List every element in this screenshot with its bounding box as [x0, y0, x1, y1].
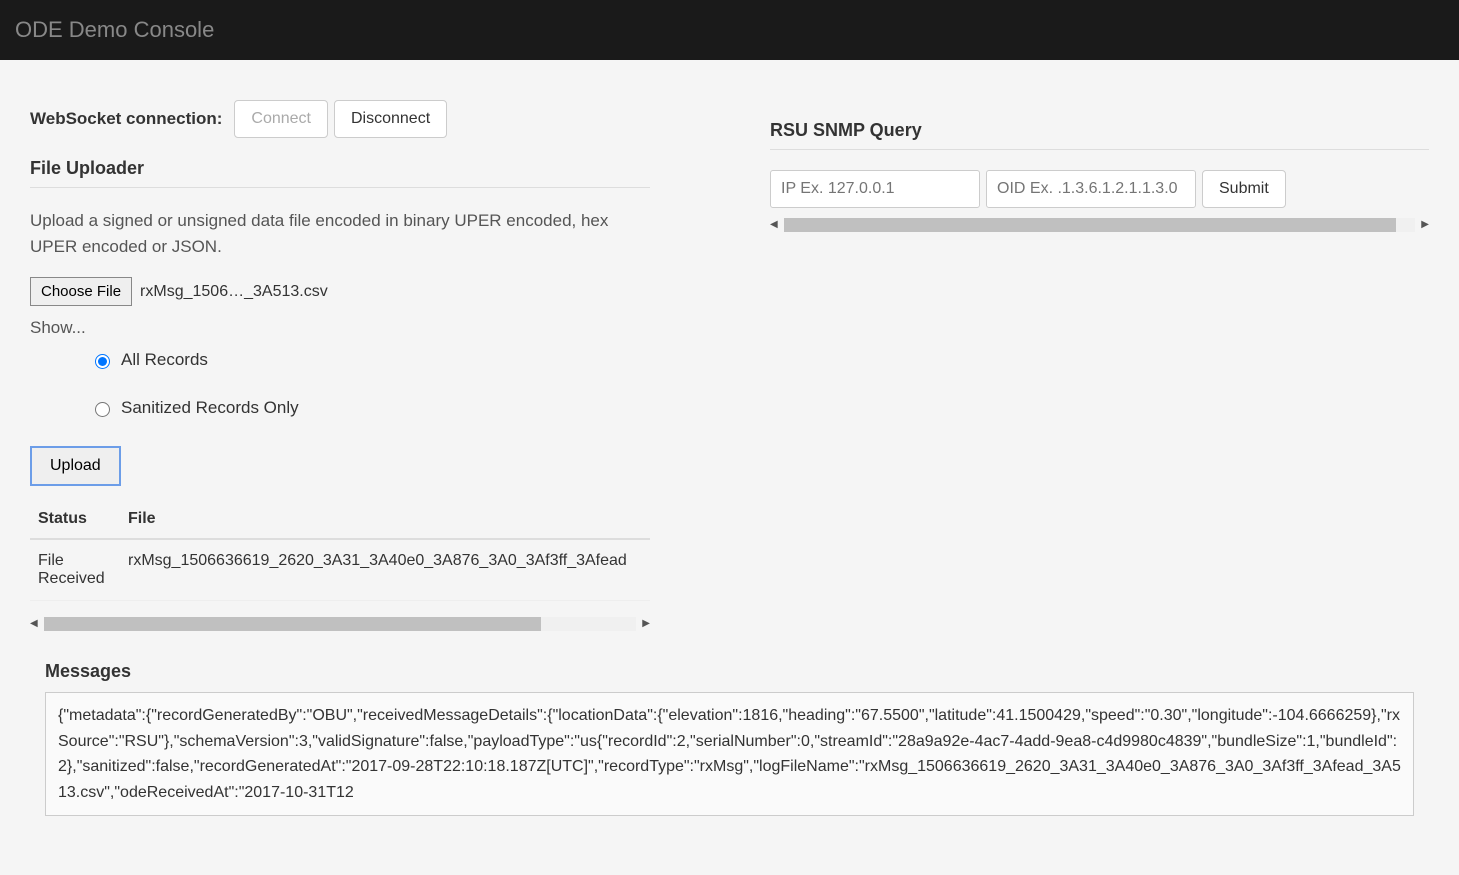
messages-section: Messages {"metadata":{"recordGeneratedBy…	[0, 651, 1459, 816]
uploader-title: File Uploader	[30, 158, 650, 179]
file-header: File	[120, 500, 650, 539]
scroll-right-icon[interactable]: ▶	[1421, 218, 1429, 232]
divider	[770, 149, 1429, 150]
radio-all-input[interactable]	[95, 354, 110, 369]
snmp-form-row: Submit	[770, 170, 1429, 208]
radio-sanitized-label: Sanitized Records Only	[121, 398, 299, 418]
websocket-row: WebSocket connection: Connect Disconnect	[30, 100, 650, 138]
radio-sanitized-records[interactable]: Sanitized Records Only	[90, 398, 650, 418]
chosen-file-name: rxMsg_1506…_3A513.csv	[140, 283, 328, 301]
scroll-left-icon[interactable]: ◀	[30, 617, 38, 631]
left-panel: WebSocket connection: Connect Disconnect…	[30, 100, 650, 631]
disconnect-button[interactable]: Disconnect	[334, 100, 447, 138]
scroll-left-icon[interactable]: ◀	[770, 218, 778, 232]
scrollbar-thumb[interactable]	[784, 218, 1396, 232]
choose-file-button[interactable]: Choose File	[30, 277, 132, 306]
file-input-row: Choose File rxMsg_1506…_3A513.csv	[30, 277, 650, 306]
snmp-title: RSU SNMP Query	[770, 120, 1429, 141]
left-scrollbar[interactable]: ◀ ▶	[30, 617, 650, 631]
scrollbar-track[interactable]	[44, 617, 636, 631]
navbar: ODE Demo Console	[0, 0, 1459, 60]
upload-button[interactable]: Upload	[30, 446, 121, 486]
radio-sanitized-input[interactable]	[95, 402, 110, 417]
snmp-submit-button[interactable]: Submit	[1202, 170, 1286, 208]
snmp-oid-input[interactable]	[986, 170, 1196, 208]
snmp-scrollbar[interactable]: ◀ ▶	[770, 218, 1429, 232]
connect-button[interactable]: Connect	[234, 100, 328, 138]
file-cell: rxMsg_1506636619_2620_3A31_3A40e0_3A876_…	[120, 539, 650, 601]
status-table: Status File File Received rxMsg_15066366…	[30, 500, 650, 601]
status-header: Status	[30, 500, 120, 539]
scroll-right-icon[interactable]: ▶	[642, 617, 650, 631]
messages-title: Messages	[45, 661, 1414, 682]
snmp-ip-input[interactable]	[770, 170, 980, 208]
navbar-brand: ODE Demo Console	[15, 17, 214, 43]
messages-content: {"metadata":{"recordGeneratedBy":"OBU","…	[45, 692, 1414, 816]
divider	[30, 187, 650, 188]
uploader-help-text: Upload a signed or unsigned data file en…	[30, 208, 650, 259]
status-cell: File Received	[30, 539, 120, 601]
websocket-label: WebSocket connection:	[30, 109, 222, 129]
radio-all-label: All Records	[121, 350, 208, 370]
show-label: Show...	[30, 318, 650, 338]
radio-all-records[interactable]: All Records	[90, 350, 650, 370]
scrollbar-track[interactable]	[784, 218, 1415, 232]
radio-group: All Records Sanitized Records Only	[30, 350, 650, 418]
right-panel: RSU SNMP Query Submit ◀ ▶	[770, 100, 1429, 631]
scrollbar-thumb[interactable]	[44, 617, 541, 631]
table-row: File Received rxMsg_1506636619_2620_3A31…	[30, 539, 650, 601]
main-container: WebSocket connection: Connect Disconnect…	[0, 60, 1459, 651]
